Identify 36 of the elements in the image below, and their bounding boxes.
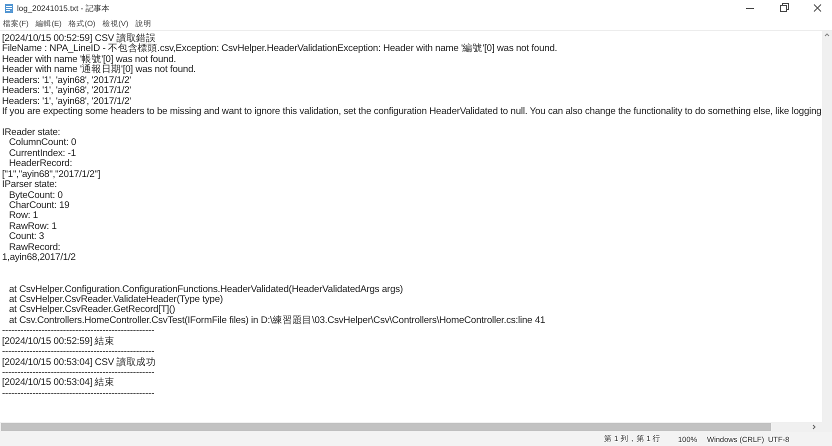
- text-line: Headers: '1', 'ayin68', '2017/1/2': [2, 86, 132, 97]
- text-line: Headers: '1', 'ayin68', '2017/1/2': [2, 76, 132, 86]
- text-line: at CsvHelper.Configuration.ConfigurationFunctions.HeaderValidated(HeaderValidatedArgs args): [8, 284, 403, 294]
- vertical-scrollbar[interactable]: [822, 31, 832, 422]
- text-line: Header with name '帳號'[0] was not found.: [2, 54, 176, 65]
- horizontal-scrollbar-thumb[interactable]: [1, 423, 771, 431]
- text-line: ColumnCount: 0: [8, 138, 76, 149]
- text-line: FileName : NPA_LineID - 不包含標頭.csv,Exception: CsvHelper.HeaderValidationException: Header with name '編號'[0] was not found.: [2, 44, 558, 54]
- text-line: at CsvHelper.CsvReader.ValidateHeader(Type type): [8, 294, 223, 305]
- text-line: Row: 1: [8, 211, 38, 222]
- text-line: RawRow: 1: [8, 222, 57, 232]
- text-line: If you are expecting some headers to be missing and want to ignore this validation, set the configuration HeaderValidated to null. You can also change the functionality to do something else, like logging: [2, 107, 822, 118]
- text-line: IParser state:: [2, 180, 57, 191]
- text-line: [2024/10/15 00:53:04] 結束: [2, 378, 114, 389]
- text-line: Count: 3: [8, 232, 44, 243]
- text-line: ["1","ayin68","2017/1/2"]: [2, 170, 100, 180]
- text-line: IReader state:: [2, 128, 60, 138]
- text-line: HeaderRecord:: [8, 159, 72, 170]
- text-line: --------------------------------------------------: [2, 388, 154, 400]
- window-title: log_20241015.txt - 記事本: [17, 3, 110, 14]
- text-line: ByteCount: 0: [8, 190, 63, 201]
- text-line: at CsvHelper.CsvReader.GetRecord[T](): [8, 305, 176, 316]
- text-line: Header with name '通報日期'[0] was not found.: [2, 65, 196, 76]
- notepad-icon: [4, 3, 14, 14]
- text-line: RawRecord:: [8, 242, 60, 253]
- text-line: --------------------------------------------------: [2, 347, 154, 358]
- text-line: at Csv.Controllers.HomeController.CsvTest(IFormFile files) in D:\練習題目\03.CsvHelper\Csv\Controllers\HomeController.cs:line 41: [8, 316, 546, 326]
- text-line: --------------------------------------------------: [2, 326, 154, 336]
- text-line: CharCount: 19: [8, 201, 70, 211]
- text-line: 1,ayin68,2017/1/2: [2, 253, 76, 264]
- text-line: [2024/10/15 00:52:59] CSV 讀取錯誤: [2, 34, 156, 44]
- text-line: Headers: '1', 'ayin68', '2017/1/2': [2, 96, 132, 107]
- text-line: CurrentIndex: -1: [8, 148, 76, 159]
- text-line: [2024/10/15 00:52:59] 結束: [2, 336, 114, 348]
- text-line: [2024/10/15 00:53:04] CSV 讀取成功: [2, 358, 156, 368]
- text-line: --------------------------------------------------: [2, 368, 154, 378]
